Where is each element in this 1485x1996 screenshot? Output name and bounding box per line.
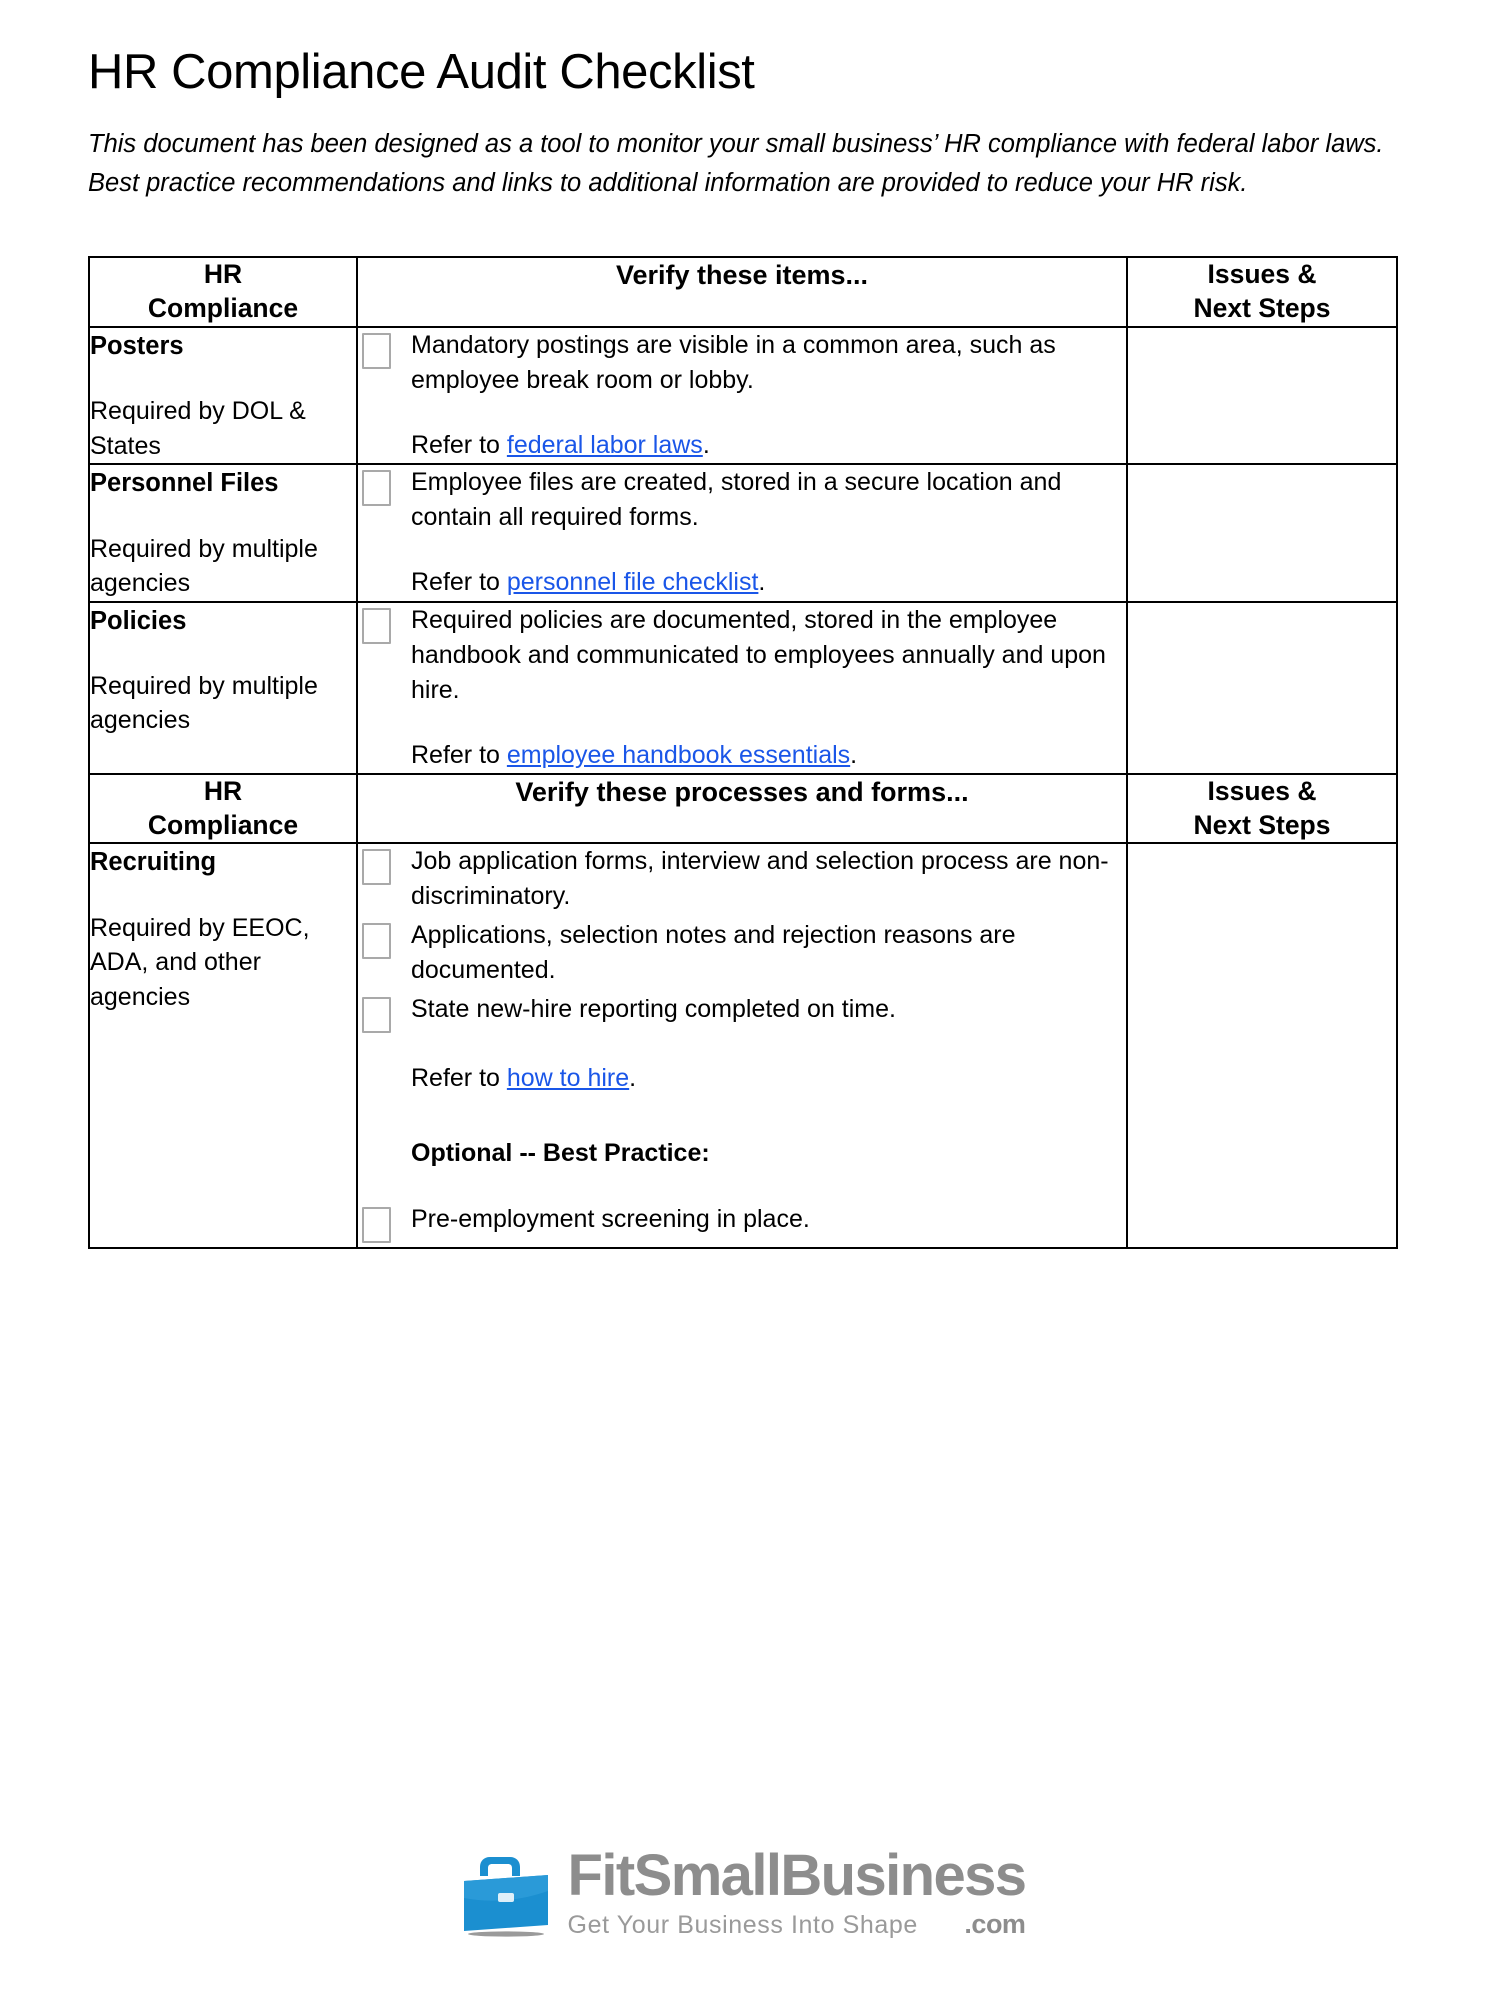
briefcase-icon [460, 1851, 552, 1944]
refer-line: Refer to federal labor laws. [411, 428, 1126, 463]
fitsmallbusiness-logo: Fit Small Business Get Your Business Into … [460, 1843, 1028, 1944]
checklist-item[interactable]: Mandatory postings are visible in a comm… [358, 328, 1126, 398]
header-cell-hr-compliance: HR Compliance [88, 256, 358, 329]
checklist-item[interactable]: State new-hire reporting completed on ti… [358, 992, 1126, 1034]
checklist-item-label: Job application forms, interview and sel… [411, 847, 1109, 911]
refer-prefix: Refer to [411, 568, 507, 597]
document-page: HR Compliance Audit Checklist This docum… [0, 0, 1485, 1996]
header-cell-issues-next-steps: Issues & Next Steps [1126, 256, 1398, 329]
header-issues-line1: Issues & [1207, 775, 1317, 806]
refer-link-employee-handbook-essentials[interactable]: employee handbook essentials [507, 741, 850, 769]
category-title: Posters [90, 332, 184, 361]
optional-best-practice-heading: Optional -- Best Practice: [411, 1139, 710, 1168]
checklist-item-optional[interactable]: Pre-employment screening in place. [358, 1202, 1126, 1243]
checklist-item-label: Employee files are created, stored in a … [411, 468, 1062, 532]
header-cell-issues-next-steps-2: Issues & Next Steps [1126, 772, 1398, 845]
table-row: Recruiting Required by EEOC, ADA, and ot… [88, 842, 1398, 1249]
category-cell-policies: Policies Required by multiple agencies [88, 600, 358, 775]
checklist-item-label: Pre-employment screening in place. [411, 1204, 810, 1233]
category-cell-posters: Posters Required by DOL & States [88, 326, 358, 466]
page-title: HR Compliance Audit Checklist [88, 45, 755, 99]
refer-line: Refer to how to hire. [411, 1061, 1126, 1096]
verify-cell-posters: Mandatory postings are visible in a comm… [356, 326, 1128, 466]
refer-prefix: Refer to [411, 740, 507, 769]
refer-link-how-to-hire[interactable]: how to hire [507, 1064, 629, 1092]
checklist-item[interactable]: Job application forms, interview and sel… [358, 844, 1126, 914]
checkbox-icon[interactable] [362, 997, 391, 1034]
verify-cell-personnel-files: Employee files are created, stored in a … [356, 463, 1128, 603]
issues-cell-policies[interactable] [1126, 600, 1398, 775]
checklist-item[interactable]: Required policies are documented, stored… [358, 603, 1126, 708]
checklist-item-label: Applications, selection notes and reject… [411, 921, 1016, 985]
table-row: Posters Required by DOL & States Mandato… [88, 326, 1398, 466]
checkbox-icon[interactable] [362, 849, 391, 886]
document-intro: This document has been designed as a too… [88, 129, 1384, 197]
refer-line: Refer to personnel file checklist. [411, 565, 1126, 600]
compliance-checklist-table: HR Compliance Verify these items... Issu… [88, 256, 1398, 1249]
header-hr-line2: Compliance [147, 293, 299, 324]
logo-word-business: Business [780, 1843, 1027, 1908]
logo-tagline: Get Your Business Into Shape [567, 1911, 918, 1939]
footer: Fit Small Business Get Your Business Into … [0, 1847, 1485, 1944]
logo-word-fit: Fit [567, 1843, 636, 1908]
checklist-item-label: Required policies are documented, stored… [411, 605, 1106, 704]
checkbox-icon[interactable] [362, 470, 391, 507]
header-cell-verify-processes: Verify these processes and forms... [356, 772, 1128, 845]
category-subtitle: Required by DOL & States [90, 397, 306, 460]
category-subtitle: Required by multiple agencies [90, 671, 318, 735]
refer-prefix: Refer to [411, 1064, 507, 1093]
category-title: Recruiting [90, 848, 217, 877]
header-hr-line1: HR [203, 259, 243, 290]
logo-wordmark: Fit Small Business [567, 1843, 1028, 1908]
logo-text: Fit Small Business Get Your Business Into … [567, 1843, 1028, 1940]
table-row: Personnel Files Required by multiple age… [88, 463, 1398, 603]
refer-suffix: . [702, 431, 710, 460]
table-header-row-processes: HR Compliance Verify these processes and… [88, 772, 1398, 845]
checklist-item[interactable]: Employee files are created, stored in a … [358, 465, 1126, 535]
logo-subrow: Get Your Business Into Shape .com [568, 1909, 1026, 1940]
checklist-item-label: Mandatory postings are visible in a comm… [411, 331, 1056, 395]
checklist-item-label: State new-hire reporting completed on ti… [411, 995, 896, 1024]
refer-suffix: . [850, 740, 858, 769]
issues-cell-recruiting[interactable] [1126, 842, 1398, 1249]
logo-word-small: Small [633, 1843, 782, 1908]
issues-cell-posters[interactable] [1126, 326, 1398, 466]
refer-link-federal-labor-laws[interactable]: federal labor laws [507, 431, 703, 459]
checkbox-icon[interactable] [362, 923, 391, 960]
table-row: Policies Required by multiple agencies R… [88, 600, 1398, 775]
logo-dotcom: .com [964, 1909, 1026, 1939]
category-cell-recruiting: Recruiting Required by EEOC, ADA, and ot… [88, 842, 358, 1249]
refer-link-personnel-file-checklist[interactable]: personnel file checklist [507, 568, 759, 596]
category-subtitle: Required by multiple agencies [90, 534, 318, 598]
checkbox-icon[interactable] [362, 1206, 391, 1243]
category-subtitle: Required by EEOC, ADA, and other agencie… [90, 913, 310, 1011]
checkbox-icon[interactable] [362, 607, 391, 644]
header-issues-line1: Issues & [1207, 259, 1317, 290]
header-hr-line2: Compliance [147, 809, 299, 840]
table-header-row-items: HR Compliance Verify these items... Issu… [88, 256, 1398, 329]
refer-line: Refer to employee handbook essentials. [411, 738, 1126, 773]
category-cell-personnel-files: Personnel Files Required by multiple age… [88, 463, 358, 603]
header-issues-line2: Next Steps [1193, 293, 1331, 324]
category-title: Personnel Files [90, 469, 279, 498]
issues-cell-personnel-files[interactable] [1126, 463, 1398, 603]
header-hr-line1: HR [203, 775, 243, 806]
refer-suffix: . [758, 568, 766, 597]
verify-cell-policies: Required policies are documented, stored… [356, 600, 1128, 775]
header-cell-hr-compliance-2: HR Compliance [88, 772, 358, 845]
checklist-item[interactable]: Applications, selection notes and reject… [358, 918, 1126, 988]
verify-cell-recruiting: Job application forms, interview and sel… [356, 842, 1128, 1249]
refer-prefix: Refer to [411, 431, 507, 460]
category-title: Policies [90, 606, 187, 635]
header-cell-verify-items: Verify these items... [356, 256, 1128, 329]
header-issues-line2: Next Steps [1193, 809, 1331, 840]
refer-suffix: . [629, 1064, 637, 1093]
checkbox-icon[interactable] [362, 333, 391, 370]
